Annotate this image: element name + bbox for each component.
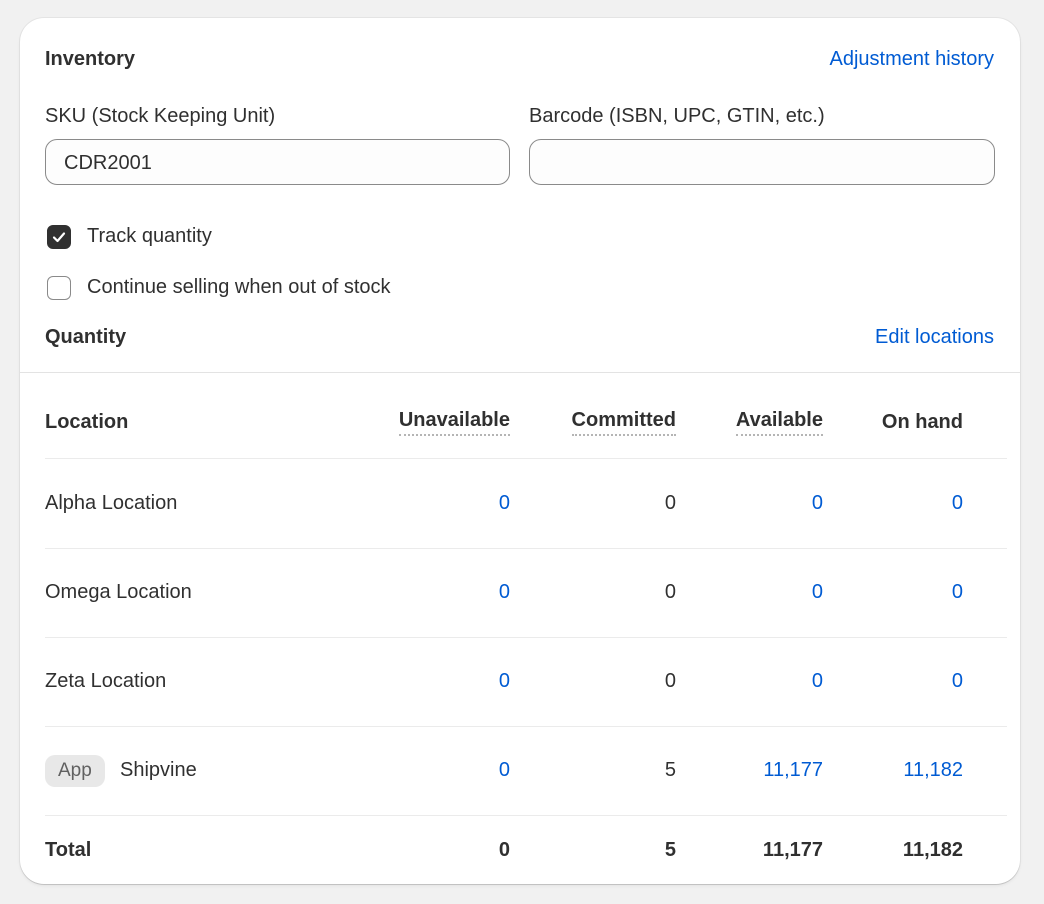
committed-value: 0	[664, 492, 676, 514]
barcode-input[interactable]	[529, 139, 995, 185]
column-header-on-hand: On hand	[881, 411, 963, 433]
continue-selling-checkbox[interactable]	[47, 276, 71, 300]
committed-value: 5	[664, 759, 676, 781]
column-header-location: Location	[45, 411, 129, 433]
app-badge: App	[45, 755, 105, 787]
available-value[interactable]: 0	[812, 492, 823, 515]
unavailable-value[interactable]: 0	[499, 581, 510, 604]
total-label: Total	[45, 839, 92, 861]
on-hand-value[interactable]: 0	[952, 581, 963, 604]
row-divider	[45, 637, 1007, 638]
column-header-unavailable[interactable]: Unavailable	[398, 409, 510, 436]
row-divider	[45, 548, 1007, 549]
adjustment-history-link[interactable]: Adjustment history	[829, 48, 994, 71]
quantity-title: Quantity	[45, 326, 127, 348]
section-divider	[20, 372, 1020, 373]
row-divider	[45, 458, 1007, 459]
total-unavailable: 0	[498, 839, 510, 861]
location-name: Omega Location	[45, 581, 192, 603]
unavailable-value[interactable]: 0	[499, 492, 510, 515]
inventory-card: Inventory Adjustment history SKU (Stock …	[20, 18, 1020, 884]
column-header-available[interactable]: Available	[735, 409, 823, 436]
location-name: Shipvine	[120, 759, 197, 781]
column-header-committed[interactable]: Committed	[571, 409, 676, 436]
unavailable-value[interactable]: 0	[499, 759, 510, 782]
available-value[interactable]: 0	[812, 670, 823, 693]
location-name: Zeta Location	[45, 670, 167, 692]
unavailable-value[interactable]: 0	[499, 670, 510, 693]
on-hand-value[interactable]: 0	[952, 670, 963, 693]
total-available: 11,177	[762, 839, 823, 861]
total-committed: 5	[664, 839, 676, 861]
row-divider	[45, 815, 1007, 816]
total-on-hand: 11,182	[902, 839, 963, 861]
sku-input[interactable]: CDR2001	[45, 139, 510, 185]
on-hand-value[interactable]: 0	[952, 492, 963, 515]
on-hand-value[interactable]: 11,182	[903, 759, 963, 782]
continue-selling-label[interactable]: Continue selling when out of stock	[87, 276, 391, 299]
committed-value: 0	[664, 581, 676, 603]
location-name: Alpha Location	[45, 492, 178, 514]
available-value[interactable]: 11,177	[763, 759, 823, 782]
committed-value: 0	[664, 670, 676, 692]
sku-label: SKU (Stock Keeping Unit)	[45, 105, 276, 127]
edit-locations-link[interactable]: Edit locations	[875, 326, 994, 349]
available-value[interactable]: 0	[812, 581, 823, 604]
barcode-label: Barcode (ISBN, UPC, GTIN, etc.)	[529, 105, 825, 127]
row-divider	[45, 726, 1007, 727]
track-quantity-label[interactable]: Track quantity	[87, 225, 212, 248]
inventory-title: Inventory	[45, 48, 136, 70]
track-quantity-checkbox[interactable]	[47, 225, 71, 249]
checkmark-icon	[52, 232, 66, 243]
